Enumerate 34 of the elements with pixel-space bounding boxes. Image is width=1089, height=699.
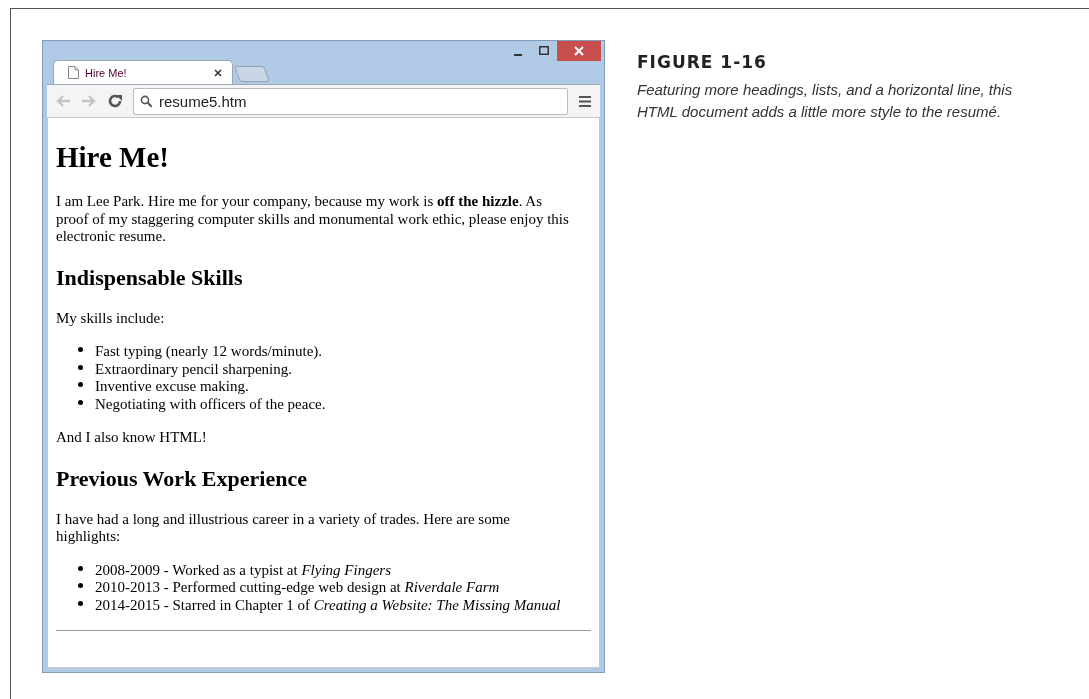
figure-caption: Featuring more headings, lists, and a horizontal line, this HTML document adds a little more style to the resumé. (637, 80, 1014, 122)
paragraph: I am Lee Park. Hire me for your company, because my work is off the hizzle. As proof of my staggering computer skills and monumental work ethic, please enjoy this electronic resume. (56, 193, 570, 246)
figure-label: FIGURE 1-16 (637, 52, 768, 72)
bullet-icon (78, 600, 83, 606)
bullet-icon (78, 583, 83, 588)
bullet-icon (78, 399, 83, 405)
section-heading: Previous Work Experience (56, 465, 308, 492)
bullet-icon (78, 347, 83, 352)
list-item: Extraordinary pencil sharpening. (95, 360, 292, 378)
list-item: 2008-2009 - Worked as a typist at Flying Fingers (95, 561, 391, 579)
close-icon (574, 46, 584, 56)
address-field[interactable]: resume5.htm (133, 87, 568, 115)
search-icon (140, 94, 153, 108)
page-heading: Hire Me! (56, 140, 170, 174)
browser-tab[interactable]: Hire Me! (53, 60, 233, 84)
paragraph: My skills include: (56, 309, 166, 327)
bullet-icon (78, 565, 83, 571)
list-item: Inventive excuse making. (95, 378, 249, 396)
list-item: Fast typing (nearly 12 words/minute). (95, 343, 323, 361)
bullet-icon (78, 382, 83, 387)
list-item: 2010-2013 - Performed cutting-edge web design at Riverdale Farm (95, 579, 500, 597)
list-item: Negotiating with officers of the peace. (95, 395, 326, 413)
page-icon (68, 66, 79, 79)
list-item: 2014-2015 - Starred in Chapter 1 of Creating a Website: The Missing Manual (95, 596, 561, 614)
bullet-icon (78, 364, 83, 370)
close-tab-icon[interactable] (214, 68, 222, 77)
reload-icon[interactable] (107, 93, 123, 109)
paragraph: I have had a long and illustrious career in a variety of trades. Here are some highlights: (56, 510, 511, 546)
menu-icon[interactable] (578, 94, 592, 108)
close-button[interactable] (557, 41, 601, 61)
paragraph: And I also know HTML! (56, 429, 208, 447)
minimize-icon (514, 53, 522, 56)
section-heading: Indispensable Skills (56, 264, 244, 291)
maximize-icon (539, 46, 549, 56)
